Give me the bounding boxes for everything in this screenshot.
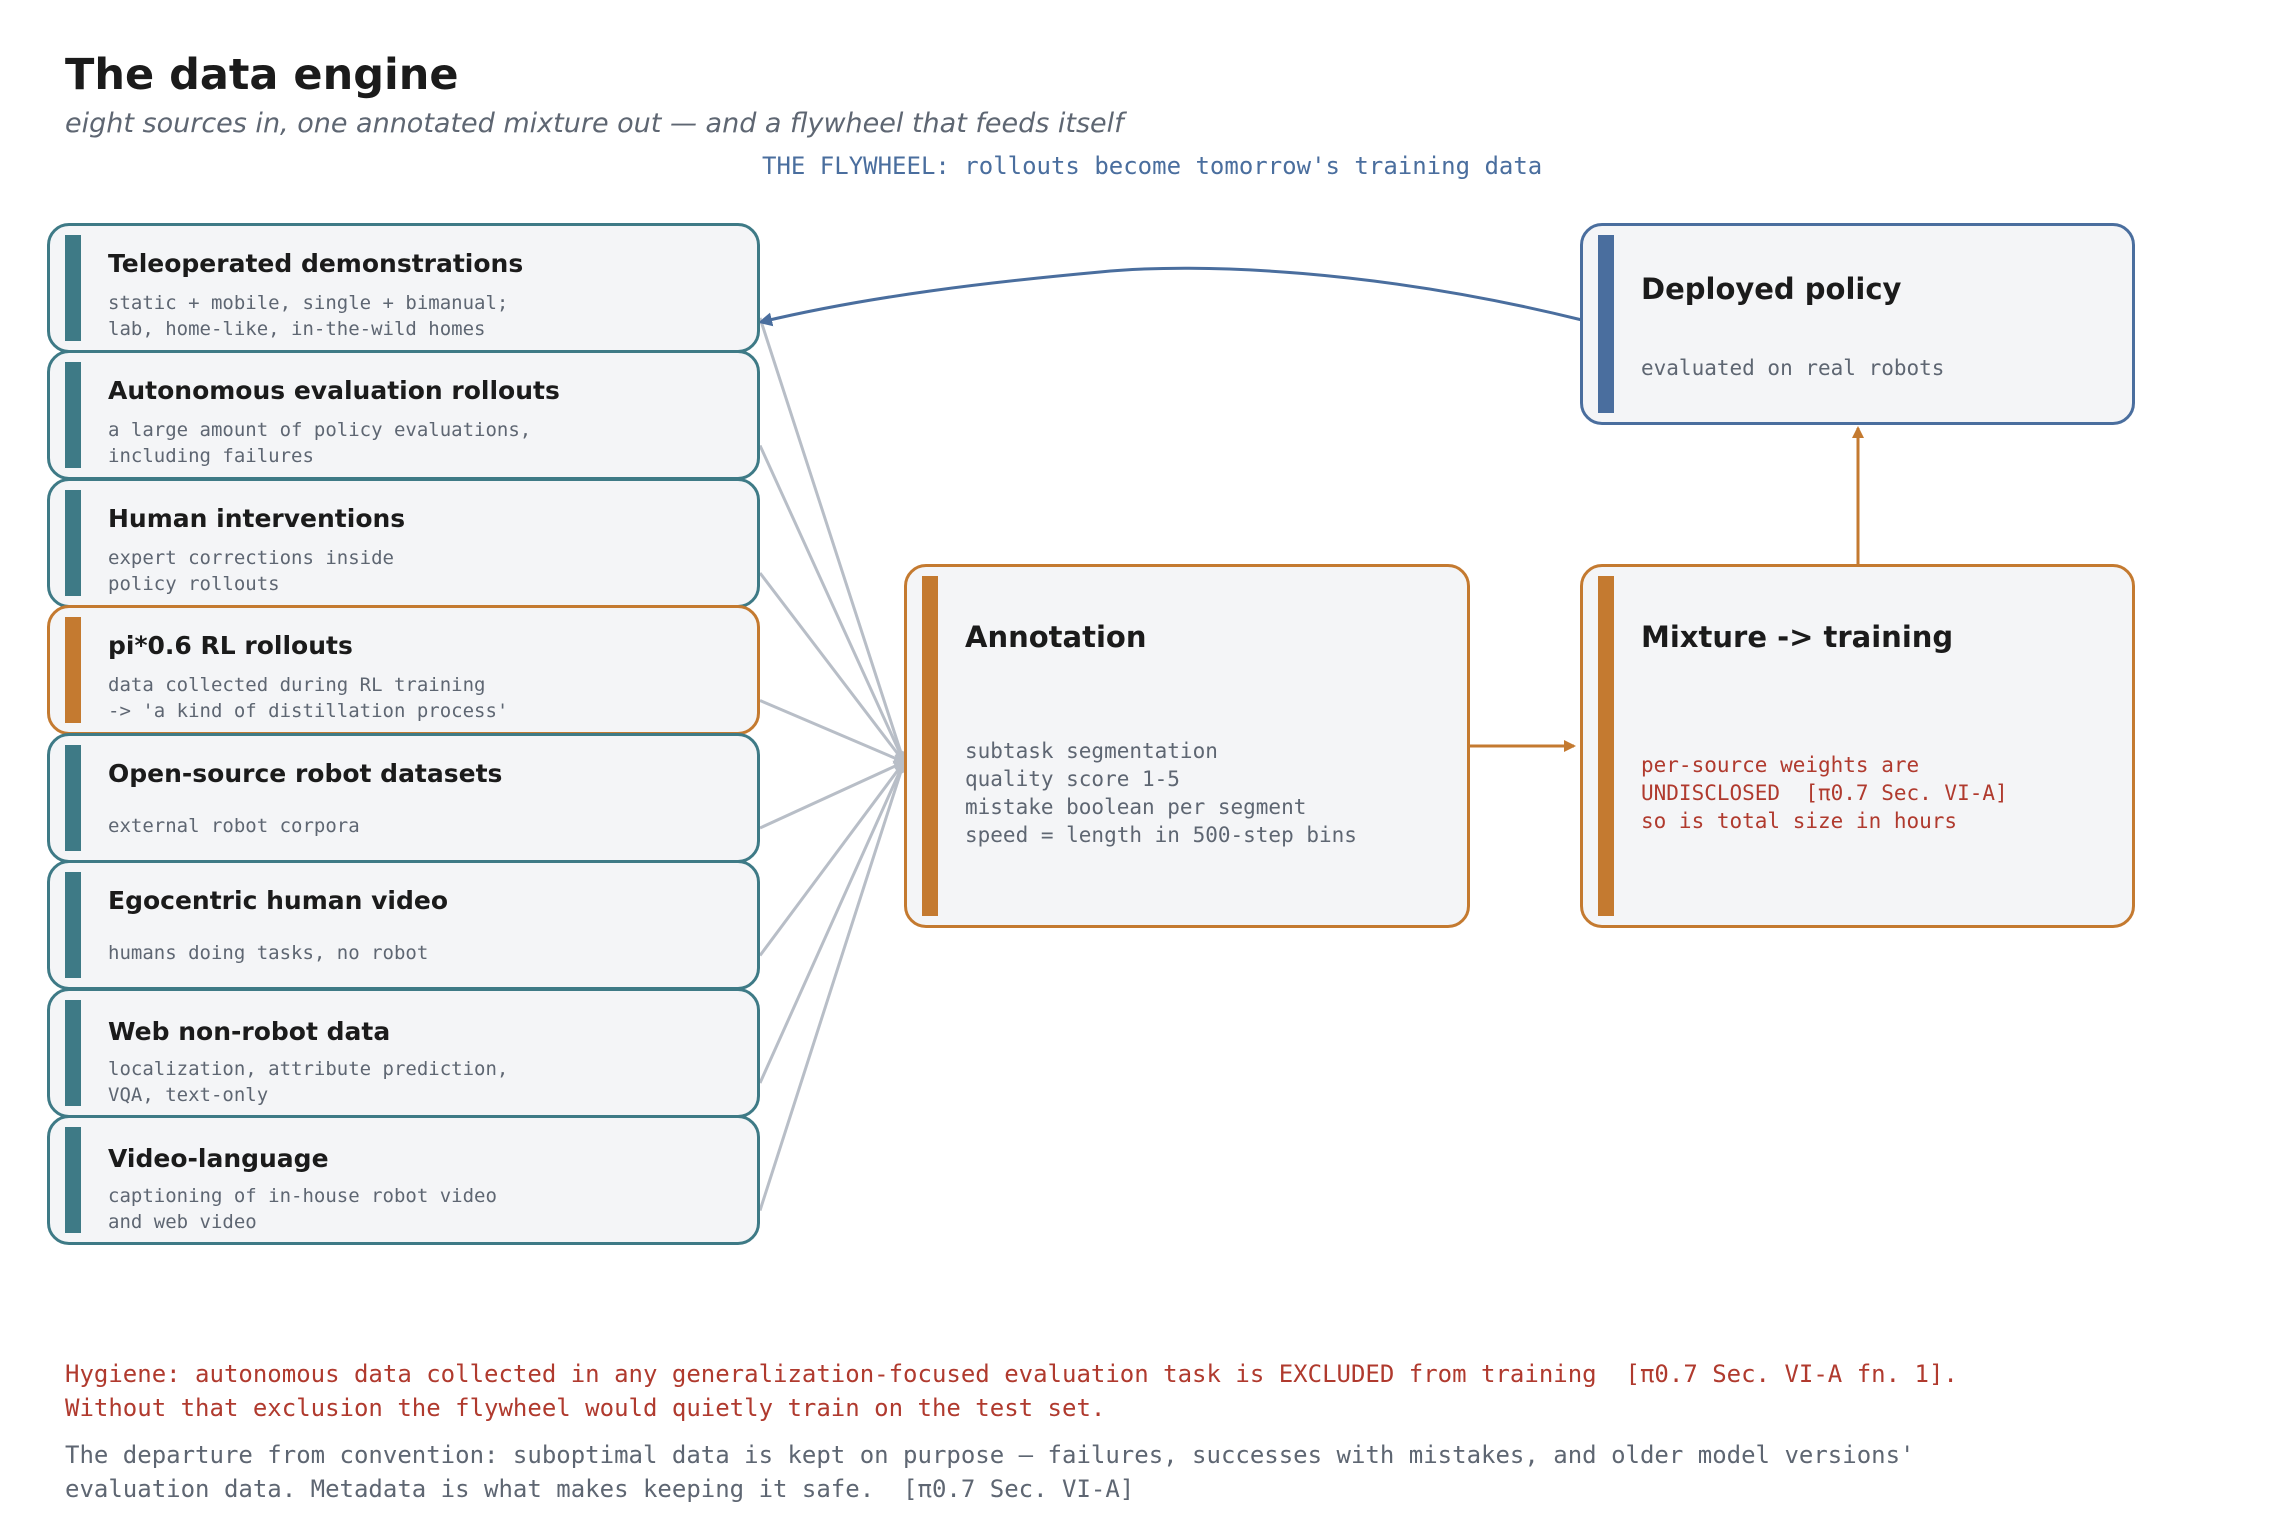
- source-rl-rollouts: pi*0.6 RL rollouts data collected during…: [47, 605, 760, 735]
- accent-bar: [65, 235, 81, 341]
- deployed-policy-title: Deployed policy: [1641, 272, 1902, 306]
- source-connector-1: [758, 317, 907, 764]
- source-description: data collected during RL training -> 'a …: [108, 674, 509, 722]
- source-description: humans doing tasks, no robot: [108, 942, 429, 964]
- source-title: Autonomous evaluation rollouts: [108, 376, 560, 405]
- source-teleoperated-demonstrations: Teleoperated demonstrations static + mob…: [47, 223, 760, 353]
- accent-bar: [1598, 576, 1614, 916]
- source-title: Video-language: [108, 1144, 329, 1173]
- source-title: Teleoperated demonstrations: [108, 249, 524, 278]
- source-connectors: [758, 317, 907, 1211]
- accent-bar: [65, 745, 81, 851]
- source-human-interventions: Human interventions expert corrections i…: [47, 478, 760, 608]
- annotation-box: Annotation subtask segmentation quality …: [904, 564, 1470, 928]
- flywheel-arrow: [758, 266, 1583, 327]
- source-egocentric-human-video: Egocentric human video humans doing task…: [47, 860, 760, 990]
- annotation-description: subtask segmentation quality score 1-5 m…: [965, 739, 1357, 847]
- source-connector-6: [758, 760, 906, 957]
- accent-bar: [65, 1127, 81, 1233]
- mixture-box: Mixture -> training per-source weights a…: [1580, 564, 2135, 928]
- source-title: Open-source robot datasets: [108, 759, 503, 788]
- source-title: Human interventions: [108, 504, 406, 533]
- accent-bar: [65, 362, 81, 468]
- source-connector-8: [758, 760, 907, 1211]
- source-description: localization, attribute prediction, VQA,…: [108, 1058, 509, 1106]
- accent-bar: [65, 872, 81, 978]
- source-open-source-robot-datasets: Open-source robot datasets external robo…: [47, 733, 760, 863]
- source-description: static + mobile, single + bimanual; lab,…: [108, 292, 509, 340]
- source-autonomous-evaluation-rollouts: Autonomous evaluation rollouts a large a…: [47, 350, 760, 480]
- source-connector-7: [758, 760, 906, 1084]
- source-title: pi*0.6 RL rollouts: [108, 631, 353, 660]
- deployed-policy-description: evaluated on real robots: [1641, 356, 1945, 380]
- deployed-policy-box: Deployed policy evaluated on real robots: [1580, 223, 2135, 425]
- hygiene-note: Hygiene: autonomous data collected in an…: [65, 1360, 1958, 1422]
- source-video-language: Video-language captioning of in-house ro…: [47, 1115, 760, 1245]
- accent-bar: [65, 617, 81, 723]
- departure-note: The departure from convention: suboptima…: [65, 1441, 1915, 1503]
- accent-bar: [1598, 235, 1614, 413]
- source-web-non-robot-data: Web non-robot data localization, attribu…: [47, 988, 760, 1118]
- accent-bar: [65, 490, 81, 596]
- mixture-title: Mixture -> training: [1641, 620, 1954, 654]
- mixture-description: per-source weights are UNDISCLOSED [π0.7…: [1641, 753, 2008, 833]
- source-description: external robot corpora: [108, 815, 360, 837]
- accent-bar: [65, 1000, 81, 1106]
- source-title: Web non-robot data: [108, 1017, 391, 1046]
- source-connector-5: [759, 760, 906, 830]
- accent-bar: [922, 576, 938, 916]
- source-description: captioning of in-house robot video and w…: [108, 1185, 497, 1233]
- source-description: a large amount of policy evaluations, in…: [108, 419, 532, 467]
- source-description: expert corrections inside policy rollout…: [108, 547, 394, 595]
- annotation-title: Annotation: [965, 620, 1147, 654]
- source-title: Egocentric human video: [108, 886, 449, 915]
